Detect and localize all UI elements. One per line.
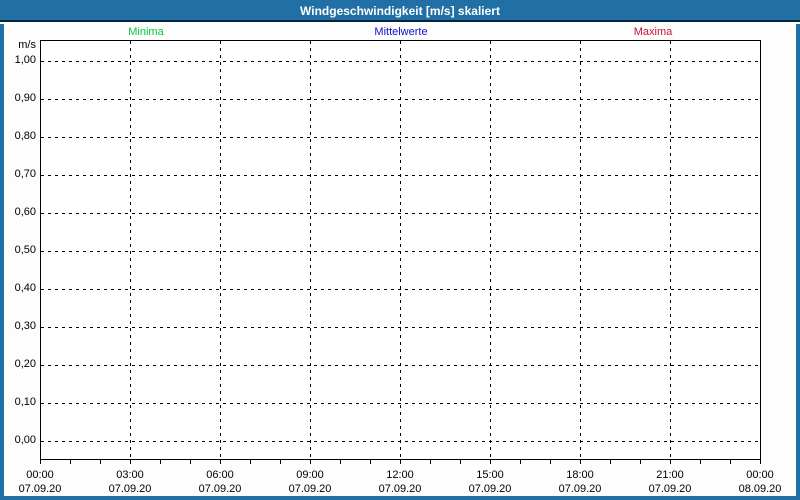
x-date-label: 08.09.20: [730, 483, 790, 496]
chart-window: Windgeschwindigkeit [m/s] skaliert Minim…: [0, 0, 800, 500]
x-time-label: 12:00: [370, 469, 430, 482]
x-time-label: 06:00: [190, 469, 250, 482]
x-date-label: 07.09.20: [640, 483, 700, 496]
y-tick-label: 0,10: [0, 396, 36, 409]
x-time-label: 00:00: [730, 469, 790, 482]
y-tick-label: 0,70: [0, 168, 36, 181]
y-tick-label: 0,60: [0, 206, 36, 219]
x-time-label: 15:00: [460, 469, 520, 482]
x-date-label: 07.09.20: [190, 483, 250, 496]
axis-labels-layer: 1,00 0,90 0,80 0,70 0,60 0,50 0,40 0,30 0,20 0,10…: [0, 0, 800, 500]
y-tick-label: 1,00: [0, 54, 36, 67]
y-tick-label: 0,40: [0, 282, 36, 295]
y-tick-label: 0,80: [0, 130, 36, 143]
x-time-label: 09:00: [280, 469, 340, 482]
x-date-label: 07.09.20: [370, 483, 430, 496]
x-date-label: 07.09.20: [100, 483, 160, 496]
y-tick-label: 0,00: [0, 434, 36, 447]
y-axis-unit-label: m/s: [0, 39, 36, 52]
x-date-label: 07.09.20: [280, 483, 340, 496]
x-date-label: 07.09.20: [550, 483, 610, 496]
y-tick-label: 0,50: [0, 244, 36, 257]
x-time-label: 03:00: [100, 469, 160, 482]
y-tick-label: 0,90: [0, 92, 36, 105]
x-time-label: 21:00: [640, 469, 700, 482]
x-date-label: 07.09.20: [10, 483, 70, 496]
y-tick-label: 0,20: [0, 358, 36, 371]
x-date-label: 07.09.20: [460, 483, 520, 496]
x-time-label: 18:00: [550, 469, 610, 482]
x-time-label: 00:00: [10, 469, 70, 482]
y-tick-label: 0,30: [0, 320, 36, 333]
